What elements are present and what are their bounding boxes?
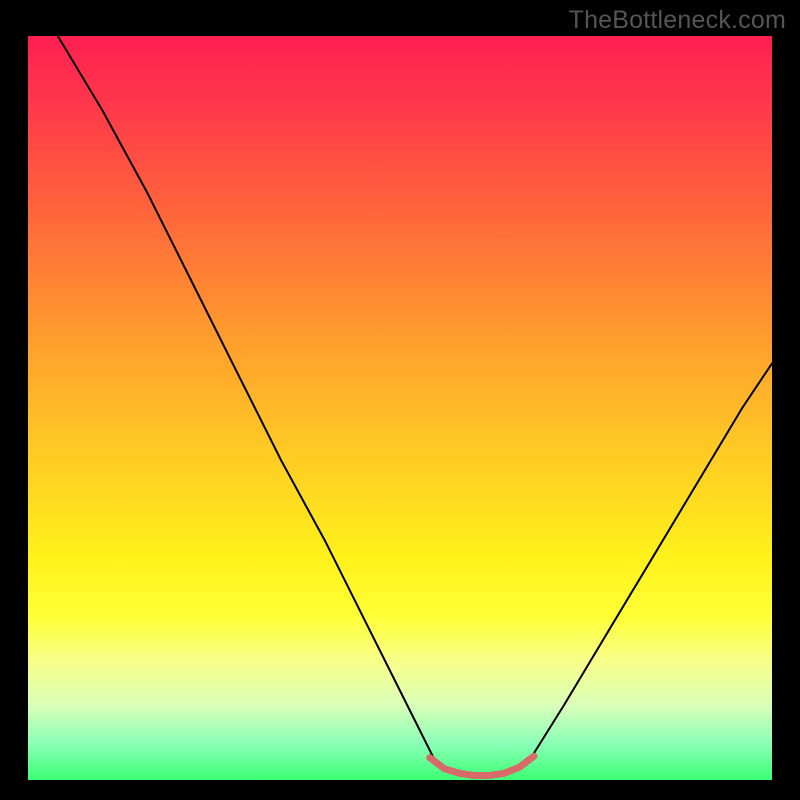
plot-area — [28, 36, 772, 780]
watermark-text: TheBottleneck.com — [569, 6, 786, 35]
curve-basin — [430, 756, 534, 775]
curve-left-arm — [58, 36, 437, 765]
curve-layer — [28, 36, 772, 780]
chart-frame: TheBottleneck.com — [0, 0, 800, 800]
curve-right-arm — [527, 363, 773, 765]
